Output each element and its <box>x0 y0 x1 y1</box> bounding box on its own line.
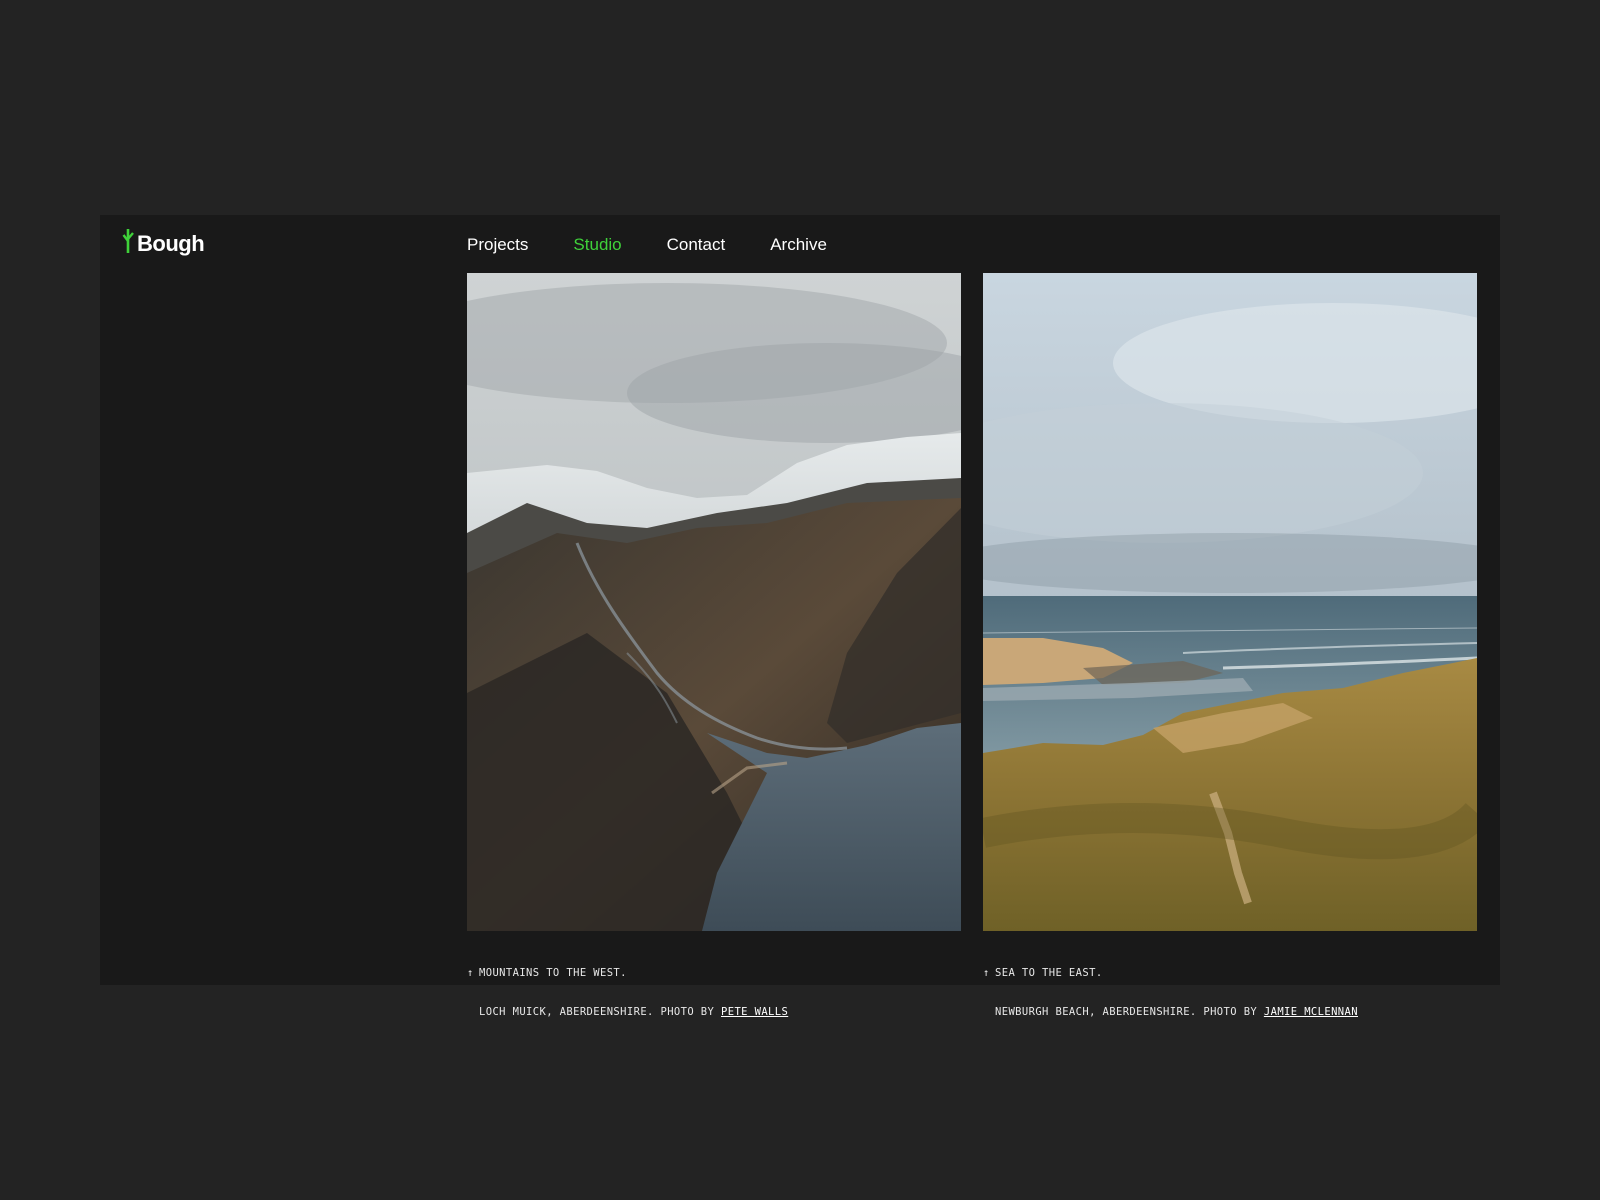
caption-location: NEWBURGH BEACH, ABERDEENSHIRE. PHOTO BY <box>995 1006 1258 1018</box>
photo-caption: ↑ MOUNTAINS TO THE WEST. LOCH MUICK, ABER… <box>467 941 788 1045</box>
nav-item-studio[interactable]: Studio <box>573 235 621 255</box>
caption-location: LOCH MUICK, ABERDEENSHIRE. PHOTO BY <box>479 1006 715 1018</box>
arrow-up-icon: ↑ <box>983 967 990 979</box>
caption-title: SEA TO THE EAST. <box>995 967 1103 979</box>
brand-logo[interactable]: Bough <box>122 227 205 257</box>
beach-photo <box>983 273 1477 931</box>
caption-title: MOUNTAINS TO THE WEST. <box>479 967 627 979</box>
main-nav: Projects Studio Contact Archive <box>467 235 827 255</box>
brand-name: Bough <box>137 231 205 256</box>
photographer-link[interactable]: JAMIE MCLENNAN <box>1264 1006 1358 1018</box>
nav-item-projects[interactable]: Projects <box>467 235 528 255</box>
nav-item-contact[interactable]: Contact <box>667 235 726 255</box>
photo-caption: ↑ SEA TO THE EAST. NEWBURGH BEACH, ABERDE… <box>983 941 1358 1045</box>
nav-item-archive[interactable]: Archive <box>770 235 827 255</box>
sprout-icon <box>122 229 134 253</box>
mountain-photo <box>467 273 961 931</box>
arrow-up-icon: ↑ <box>467 967 474 979</box>
page-frame: Bough Projects Studio Contact Archive ↑ … <box>100 215 1500 1018</box>
photographer-link[interactable]: PETE WALLS <box>721 1006 788 1018</box>
